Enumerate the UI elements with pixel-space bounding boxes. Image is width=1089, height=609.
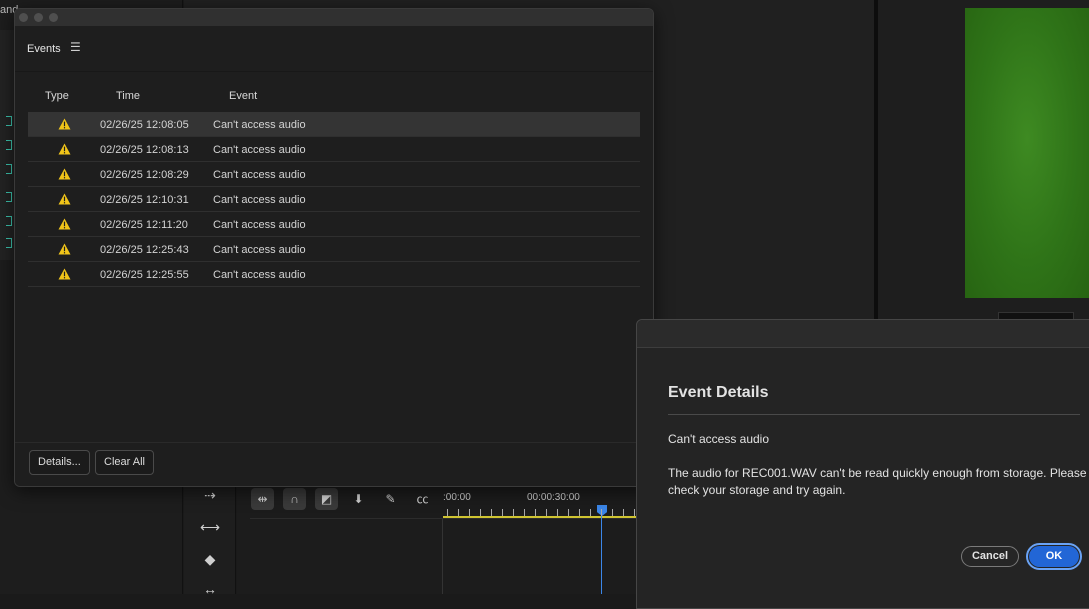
insert-sequence-icon[interactable]: ⇹ — [251, 488, 274, 510]
clip-icon[interactable] — [6, 116, 12, 126]
linked-selection-icon[interactable]: ◩ — [315, 488, 338, 510]
event-time: 02/26/25 12:08:05 — [100, 119, 189, 131]
event-text: Can't access audio — [213, 269, 306, 281]
ruler-tick — [535, 509, 536, 516]
ok-button-label: OK — [1029, 546, 1079, 567]
ruler-tick — [469, 509, 470, 516]
minimize-window-button[interactable] — [34, 13, 43, 22]
event-time: 02/26/25 12:25:55 — [100, 269, 189, 281]
dialog-divider — [668, 414, 1080, 415]
slip-icon[interactable]: ↔ — [200, 580, 220, 598]
column-header-time[interactable]: Time — [116, 90, 140, 102]
track-select-icon[interactable]: ⇢ — [200, 486, 220, 504]
ruler-tick — [568, 509, 569, 516]
events-titlebar[interactable] — [15, 9, 653, 26]
event-row[interactable]: 02/26/25 12:08:13 Can't access audio — [28, 137, 640, 162]
captions-icon[interactable]: ㏄ — [411, 488, 434, 510]
event-text: Can't access audio — [213, 169, 306, 181]
event-text: Can't access audio — [213, 194, 306, 206]
ruler-tick — [612, 509, 613, 516]
ruler-tick — [513, 509, 514, 516]
track-header-divider — [442, 519, 443, 594]
ruler-mark-label: 00:00:30:00 — [527, 492, 580, 503]
events-list: Type Time Event 02/26/25 12:08:05 Can't a… — [15, 72, 653, 442]
playhead-line — [601, 516, 602, 594]
event-row[interactable]: 02/26/25 12:25:43 Can't access audio — [28, 237, 640, 262]
event-row[interactable]: 02/26/25 12:11:20 Can't access audio — [28, 212, 640, 237]
clip-icon[interactable] — [6, 192, 12, 202]
event-time: 02/26/25 12:10:31 — [100, 194, 189, 206]
dialog-titlebar[interactable] — [637, 320, 1089, 348]
warning-icon — [58, 193, 71, 205]
razor-icon[interactable]: ◆ — [200, 550, 220, 568]
ok-button[interactable]: OK — [1026, 543, 1082, 570]
details-button[interactable]: Details... — [29, 450, 90, 475]
event-text: Can't access audio — [213, 119, 306, 131]
add-marker-icon[interactable]: ⬇ — [347, 488, 370, 510]
ruler-tick — [590, 509, 591, 516]
ruler-tick — [458, 509, 459, 516]
clip-icon[interactable] — [6, 164, 12, 174]
event-message: The audio for REC001.WAV can't be read q… — [668, 466, 1087, 497]
event-row[interactable]: 02/26/25 12:25:55 Can't access audio — [28, 262, 640, 287]
ruler-tick — [579, 509, 580, 516]
event-time: 02/26/25 12:25:43 — [100, 244, 189, 256]
ruler-tick — [480, 509, 481, 516]
events-footer: Details... Clear All — [15, 442, 653, 486]
event-time: 02/26/25 12:08:13 — [100, 144, 189, 156]
warning-icon — [58, 168, 71, 180]
warning-icon — [58, 243, 71, 255]
ruler-tick — [524, 509, 525, 516]
events-window: Events ☰ Type Time Event 02/26/25 12:08:… — [14, 8, 654, 487]
warning-icon — [58, 218, 71, 230]
panel-menu-icon[interactable]: ☰ — [70, 40, 81, 54]
track-divider — [250, 518, 637, 519]
wrench-icon[interactable]: ✎ — [379, 488, 402, 510]
event-text: Can't access audio — [213, 244, 306, 256]
zoom-window-button[interactable] — [49, 13, 58, 22]
close-window-button[interactable] — [19, 13, 28, 22]
event-text: Can't access audio — [213, 144, 306, 156]
events-panel-header: Events ☰ — [15, 26, 653, 72]
event-text: Can't access audio — [213, 219, 306, 231]
ruler-start-label: :00:00 — [443, 492, 471, 503]
ruler-tick — [601, 509, 602, 516]
cancel-button[interactable]: Cancel — [961, 546, 1019, 567]
event-row[interactable]: 02/26/25 12:10:31 Can't access audio — [28, 187, 640, 212]
video-frame-preview — [965, 8, 1089, 298]
ruler-tick — [634, 509, 635, 516]
ruler-tick — [623, 509, 624, 516]
warning-icon — [58, 268, 71, 280]
warning-icon — [58, 143, 71, 155]
ruler-tick — [546, 509, 547, 516]
events-rows: 02/26/25 12:08:05 Can't access audio 02/26… — [28, 112, 640, 287]
snap-magnet-icon[interactable]: ∩ — [283, 488, 306, 510]
ruler-tick — [491, 509, 492, 516]
project-panel-icon-strip — [0, 30, 14, 260]
time-ruler[interactable]: :00:00 00:00:30:00 — [443, 487, 637, 519]
ruler-tick — [447, 509, 448, 516]
column-header-type[interactable]: Type — [45, 90, 69, 102]
ripple-edit-icon[interactable]: ⟷ — [200, 518, 220, 536]
events-panel-title[interactable]: Events — [27, 43, 61, 55]
event-time: 02/26/25 12:11:20 — [100, 219, 188, 231]
column-header-event[interactable]: Event — [229, 90, 257, 102]
clip-icon[interactable] — [6, 140, 12, 150]
ruler-tick — [502, 509, 503, 516]
dialog-title: Event Details — [668, 384, 769, 401]
event-time: 02/26/25 12:08:29 — [100, 169, 189, 181]
clear-all-button[interactable]: Clear All — [95, 450, 154, 475]
clip-icon[interactable] — [6, 238, 12, 248]
event-row[interactable]: 02/26/25 12:08:05 Can't access audio — [28, 112, 640, 137]
timeline-toolbar: ⇹ ∩ ◩ ⬇ ✎ ㏄ — [250, 487, 440, 513]
warning-icon — [58, 118, 71, 130]
event-details-dialog: Event Details Can't access audio The aud… — [636, 319, 1089, 609]
clip-icon[interactable] — [6, 216, 12, 226]
event-heading: Can't access audio — [668, 432, 770, 446]
ruler-tick — [557, 509, 558, 516]
event-row[interactable]: 02/26/25 12:08:29 Can't access audio — [28, 162, 640, 187]
